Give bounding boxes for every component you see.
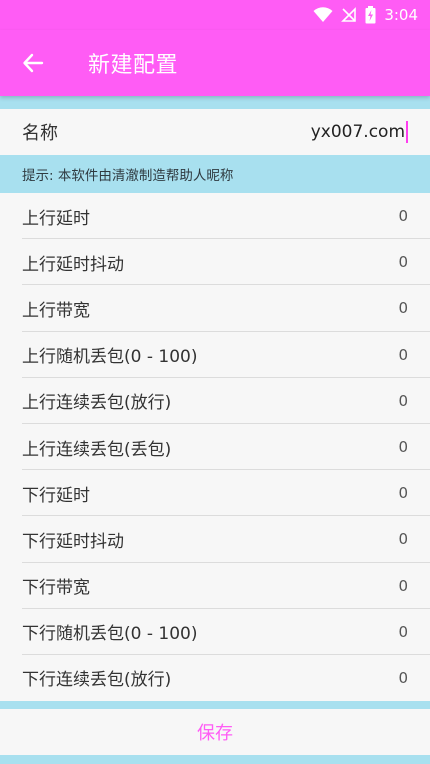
setting-row-downlink-bandwidth[interactable]: 下行带宽 0 xyxy=(0,563,430,609)
setting-value[interactable]: 0 xyxy=(398,392,408,410)
name-input-value: yx007.com xyxy=(310,122,405,142)
setting-value[interactable]: 0 xyxy=(398,577,408,595)
setting-row-uplink-delay[interactable]: 上行延时 0 xyxy=(0,193,430,240)
no-signal-icon xyxy=(341,7,357,23)
setting-value[interactable]: 0 xyxy=(398,530,408,548)
setting-row-downlink-burst-pass[interactable]: 下行连续丢包(放行) 0 xyxy=(0,655,430,701)
battery-charging-icon xyxy=(365,6,376,24)
setting-row-downlink-random-loss[interactable]: 下行随机丢包(0 - 100) 0 xyxy=(0,609,430,656)
setting-row-uplink-random-loss[interactable]: 上行随机丢包(0 - 100) 0 xyxy=(0,332,430,378)
back-button[interactable] xyxy=(10,40,56,86)
setting-row-downlink-jitter[interactable]: 下行延时抖动 0 xyxy=(0,516,430,563)
setting-value[interactable]: 0 xyxy=(398,299,408,317)
settings-list: 上行延时 0 上行延时抖动 0 上行带宽 0 上行随机丢包(0 - 100) 0… xyxy=(0,193,430,701)
setting-row-downlink-delay[interactable]: 下行延时 0 xyxy=(0,470,430,517)
setting-label: 下行连续丢包(放行) xyxy=(22,670,172,691)
setting-label: 下行随机丢包(0 - 100) xyxy=(22,624,198,645)
name-input[interactable]: yx007.com xyxy=(208,121,408,143)
setting-row-uplink-bandwidth[interactable]: 上行带宽 0 xyxy=(0,285,430,332)
text-caret xyxy=(406,121,408,143)
save-button-label: 保存 xyxy=(197,723,233,744)
setting-value[interactable]: 0 xyxy=(398,438,408,456)
hint-text: 提示: 本软件由清澈制造帮助人昵称 xyxy=(22,168,234,184)
setting-label: 上行延时抖动 xyxy=(22,254,124,275)
setting-value[interactable]: 0 xyxy=(398,207,408,225)
setting-row-uplink-burst-drop[interactable]: 上行连续丢包(丢包) 0 xyxy=(0,424,430,471)
hint-bar: 提示: 本软件由清澈制造帮助人昵称 xyxy=(0,155,430,193)
bottom-edge xyxy=(0,755,430,764)
name-field-row: 名称 yx007.com xyxy=(0,109,430,155)
divider-strip xyxy=(0,701,430,709)
setting-label: 上行延时 xyxy=(22,208,90,229)
setting-label: 上行随机丢包(0 - 100) xyxy=(22,347,198,368)
setting-row-uplink-burst-pass[interactable]: 上行连续丢包(放行) 0 xyxy=(0,378,430,425)
page-title: 新建配置 xyxy=(88,53,179,78)
arrow-left-icon xyxy=(23,53,44,73)
setting-label: 上行连续丢包(丢包) xyxy=(22,439,172,460)
setting-row-uplink-jitter[interactable]: 上行延时抖动 0 xyxy=(0,239,430,286)
status-bar: 3:04 xyxy=(0,0,430,30)
name-label: 名称 xyxy=(22,123,58,144)
setting-label: 上行连续丢包(放行) xyxy=(22,393,172,414)
setting-value[interactable]: 0 xyxy=(398,484,408,502)
wifi-icon xyxy=(313,7,333,23)
setting-value[interactable]: 0 xyxy=(398,669,408,687)
app-bar: 新建配置 xyxy=(0,30,430,96)
setting-value[interactable]: 0 xyxy=(398,253,408,271)
setting-value[interactable]: 0 xyxy=(398,346,408,364)
setting-label: 下行带宽 xyxy=(22,578,90,599)
setting-label: 上行带宽 xyxy=(22,300,90,321)
save-button[interactable]: 保存 xyxy=(0,709,430,755)
setting-label: 下行延时抖动 xyxy=(22,531,124,552)
status-time: 3:04 xyxy=(384,6,418,24)
setting-value[interactable]: 0 xyxy=(398,623,408,641)
setting-label: 下行延时 xyxy=(22,485,90,506)
